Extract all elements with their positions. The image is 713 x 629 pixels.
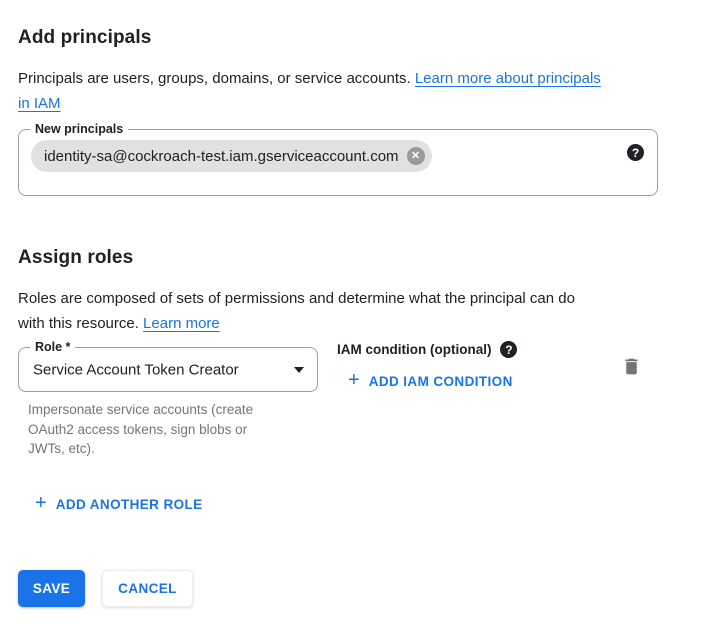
role-select[interactable]: Role * Service Account Token Creator	[18, 347, 318, 392]
delete-role-button[interactable]	[621, 356, 642, 377]
learn-more-principals-link-wrap[interactable]: in IAM	[18, 95, 61, 112]
iam-condition-label-row: IAM condition (optional) ?	[337, 341, 517, 358]
plus-icon: +	[35, 492, 47, 515]
learn-more-roles-link[interactable]: Learn more	[143, 315, 220, 332]
iam-condition-label: IAM condition (optional)	[337, 342, 491, 357]
add-principals-title: Add principals	[18, 27, 151, 49]
add-another-role-label: ADD ANOTHER ROLE	[56, 497, 203, 512]
add-iam-condition-button[interactable]: + ADD IAM CONDITION	[348, 371, 513, 392]
save-button[interactable]: SAVE	[18, 570, 85, 607]
plus-icon: +	[348, 369, 360, 392]
principals-help-icon[interactable]: ?	[627, 144, 644, 161]
role-label: Role *	[30, 339, 75, 356]
add-iam-condition-label: ADD IAM CONDITION	[369, 374, 513, 389]
roles-description-line2: with this resource.	[18, 315, 143, 332]
new-principals-input[interactable]: New principals identity-sa@cockroach-tes…	[18, 129, 658, 196]
new-principals-label: New principals	[30, 121, 128, 138]
role-helper-text: Impersonate service accounts (create OAu…	[28, 400, 328, 459]
assign-roles-title: Assign roles	[18, 247, 133, 269]
trash-icon	[621, 364, 642, 381]
principal-chip-value: identity-sa@cockroach-test.iam.gservicea…	[44, 148, 399, 165]
cancel-button[interactable]: CANCEL	[102, 570, 193, 607]
roles-description-line1: Roles are composed of sets of permission…	[18, 290, 575, 307]
chevron-down-icon	[294, 367, 304, 373]
learn-more-principals-link[interactable]: Learn more about principals	[415, 70, 601, 87]
add-another-role-button[interactable]: + ADD ANOTHER ROLE	[35, 494, 203, 515]
principal-chip[interactable]: identity-sa@cockroach-test.iam.gservicea…	[31, 140, 432, 172]
principals-description-text: Principals are users, groups, domains, o…	[18, 70, 415, 87]
role-selected-value: Service Account Token Creator	[33, 361, 239, 378]
iam-condition-help-icon[interactable]: ?	[500, 341, 517, 358]
principals-description: Principals are users, groups, domains, o…	[18, 66, 601, 116]
roles-description: Roles are composed of sets of permission…	[18, 286, 575, 336]
remove-principal-icon[interactable]: ✕	[407, 147, 425, 165]
